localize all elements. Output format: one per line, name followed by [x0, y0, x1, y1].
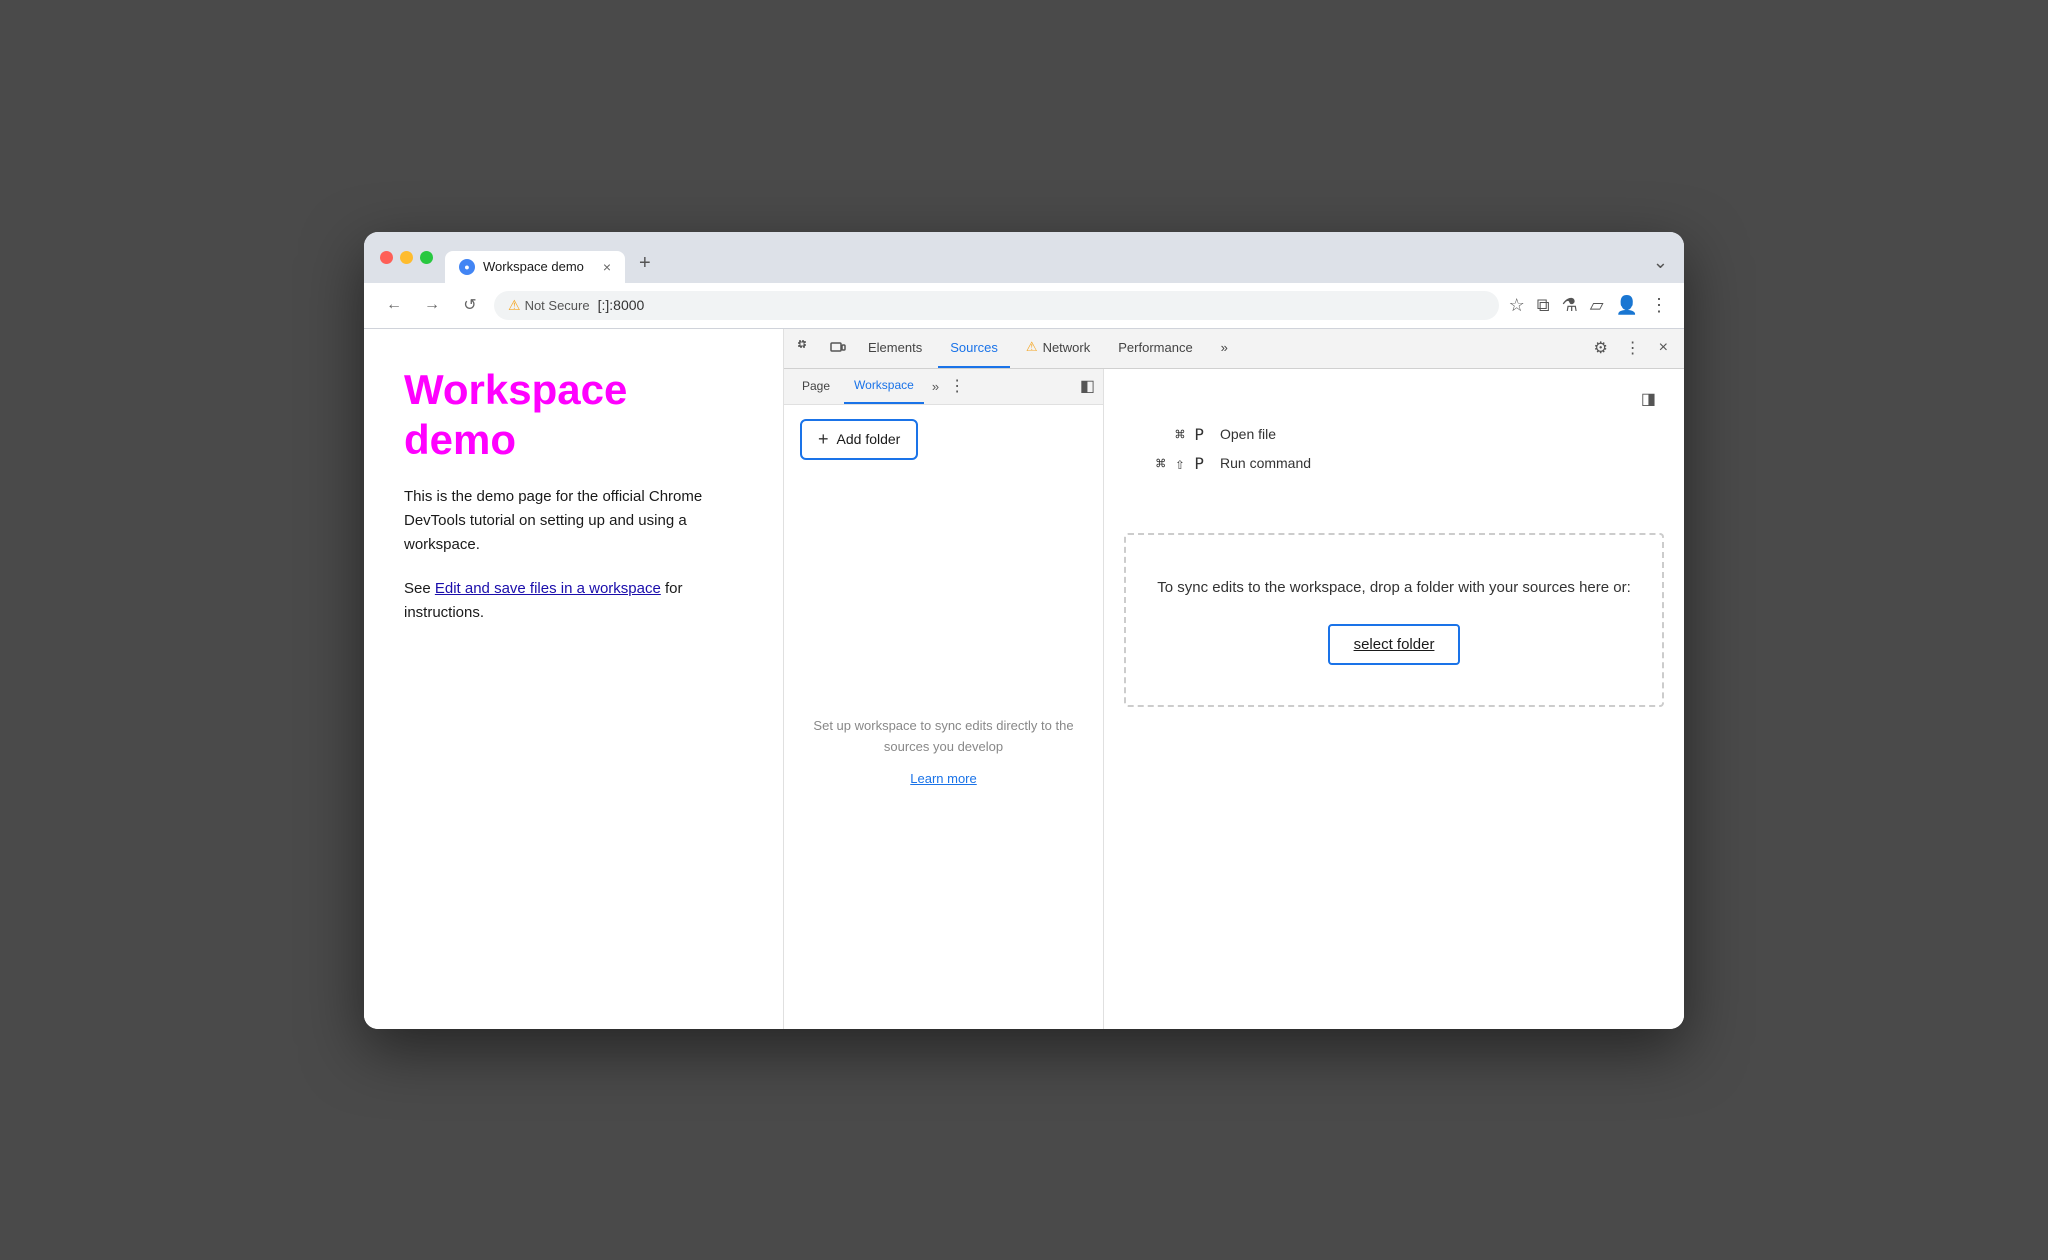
shortcut-open-file: ⌘ P Open file [1124, 425, 1664, 444]
bookmark-icon[interactable]: ☆ [1509, 295, 1525, 316]
address-bar: ← → ↺ ⚠ Not Secure [:]:8000 ☆ ⧉ ⚗ ▱ 👤 ⋮ [364, 283, 1684, 329]
run-command-keys: ⌘ ⇧ P [1124, 454, 1204, 473]
traffic-lights [380, 251, 433, 276]
select-folder-button[interactable]: select folder [1328, 624, 1461, 665]
reload-button[interactable]: ↺ [456, 291, 484, 319]
sources-sidebar: Page Workspace » ⋮ ◧ + Add folder [784, 369, 1104, 1029]
learn-more-link[interactable]: Learn more [910, 771, 976, 786]
sources-panel-toggle[interactable]: ◧ [1080, 376, 1095, 396]
active-tab[interactable]: ● Workspace demo × [445, 251, 625, 283]
shortcuts-section: ⌘ P Open file ⌘ ⇧ P Run command [1124, 425, 1664, 483]
url-text: [:]:8000 [598, 297, 645, 313]
device-icon [830, 340, 846, 356]
devtools-body: Page Workspace » ⋮ ◧ + Add folder [784, 369, 1684, 1029]
open-file-keys: ⌘ P [1124, 425, 1204, 444]
tab-sources[interactable]: Sources [938, 328, 1010, 368]
page-link-paragraph: See Edit and save files in a workspace f… [404, 577, 743, 625]
devtools-close-button[interactable]: × [1651, 335, 1676, 361]
browser-tabs: ● Workspace demo × + ⌄ [445, 244, 1668, 283]
more-tabs-icon: » [1221, 340, 1228, 355]
tab-performance[interactable]: Performance [1106, 328, 1204, 368]
sources-tab-menu[interactable]: ⋮ [949, 376, 965, 396]
devtools-panel: Elements Sources ⚠ Network Performance » [784, 329, 1684, 1029]
devtools-settings-button[interactable]: ⚙ [1587, 334, 1615, 362]
devtools-toolbar: Elements Sources ⚠ Network Performance » [784, 329, 1684, 369]
devtools-more-button[interactable]: ⋮ [1619, 334, 1647, 362]
add-folder-plus-icon: + [818, 429, 829, 450]
minimize-window-button[interactable] [400, 251, 413, 264]
sources-main-header: ◨ [1124, 389, 1664, 409]
browser-toolbar: ☆ ⧉ ⚗ ▱ 👤 ⋮ [1509, 295, 1668, 316]
add-folder-button[interactable]: + Add folder [800, 419, 918, 460]
close-window-button[interactable] [380, 251, 393, 264]
forward-button[interactable]: → [418, 291, 446, 319]
not-secure-label: Not Secure [525, 298, 590, 313]
sources-info-text: Set up workspace to sync edits directly … [804, 716, 1083, 758]
tab-network-label: Network [1043, 340, 1091, 355]
tab-performance-label: Performance [1118, 340, 1192, 355]
run-command-label: Run command [1220, 455, 1311, 471]
add-folder-section: + Add folder [784, 405, 1103, 474]
sources-tab-workspace-label: Workspace [854, 378, 914, 392]
tab-sources-label: Sources [950, 340, 998, 355]
warning-icon: ⚠ [508, 297, 521, 314]
right-panel-toggle[interactable]: ◨ [1641, 389, 1656, 409]
extensions-icon[interactable]: ⧉ [1537, 295, 1550, 316]
sources-tab-page-label: Page [802, 379, 830, 393]
see-label: See [404, 580, 435, 597]
back-button[interactable]: ← [380, 291, 408, 319]
shortcut-run-command: ⌘ ⇧ P Run command [1124, 454, 1664, 473]
tab-favicon: ● [459, 259, 475, 275]
url-bar[interactable]: ⚠ Not Secure [:]:8000 [494, 291, 1499, 320]
tab-title: Workspace demo [483, 259, 584, 274]
new-tab-button[interactable]: + [627, 244, 663, 283]
tab-more[interactable]: » [1209, 328, 1240, 368]
sources-info: Set up workspace to sync edits directly … [784, 474, 1103, 1029]
split-icon[interactable]: ▱ [1590, 295, 1604, 316]
sources-more-tabs[interactable]: » [928, 379, 943, 394]
page-title: Workspace demo [404, 365, 743, 466]
sources-tab-page[interactable]: Page [792, 369, 840, 405]
page-description: This is the demo page for the official C… [404, 485, 743, 557]
tab-menu-button[interactable]: ⌄ [1653, 252, 1668, 283]
profile-icon[interactable]: 👤 [1616, 295, 1638, 316]
tab-elements[interactable]: Elements [856, 328, 934, 368]
open-file-label: Open file [1220, 426, 1276, 442]
browser-window: ● Workspace demo × + ⌄ ← → ↺ ⚠ Not Secur… [364, 232, 1684, 1029]
main-content: Workspace demo This is the demo page for… [364, 329, 1684, 1029]
title-bar: ● Workspace demo × + ⌄ [364, 232, 1684, 283]
add-folder-label: Add folder [837, 431, 901, 447]
drop-zone[interactable]: To sync edits to the workspace, drop a f… [1124, 533, 1664, 708]
lab-icon[interactable]: ⚗ [1562, 295, 1578, 316]
maximize-window-button[interactable] [420, 251, 433, 264]
tab-close-button[interactable]: × [603, 259, 611, 275]
security-indicator: ⚠ Not Secure [508, 297, 590, 314]
inspect-element-button[interactable] [792, 334, 820, 362]
sources-tabs: Page Workspace » ⋮ ◧ [784, 369, 1103, 405]
network-warning-icon: ⚠ [1026, 339, 1038, 355]
inspect-icon [798, 340, 814, 356]
drop-zone-text: To sync edits to the workspace, drop a f… [1156, 575, 1632, 601]
sources-main: ◨ ⌘ P Open file ⌘ ⇧ P Run command [1104, 369, 1684, 1029]
tab-network[interactable]: ⚠ Network [1014, 328, 1102, 368]
workspace-link[interactable]: Edit and save files in a workspace [435, 580, 661, 597]
page-content: Workspace demo This is the demo page for… [364, 329, 784, 1029]
tab-elements-label: Elements [868, 340, 922, 355]
menu-icon[interactable]: ⋮ [1650, 295, 1668, 316]
sources-tab-workspace[interactable]: Workspace [844, 369, 924, 405]
device-toolbar-button[interactable] [824, 334, 852, 362]
